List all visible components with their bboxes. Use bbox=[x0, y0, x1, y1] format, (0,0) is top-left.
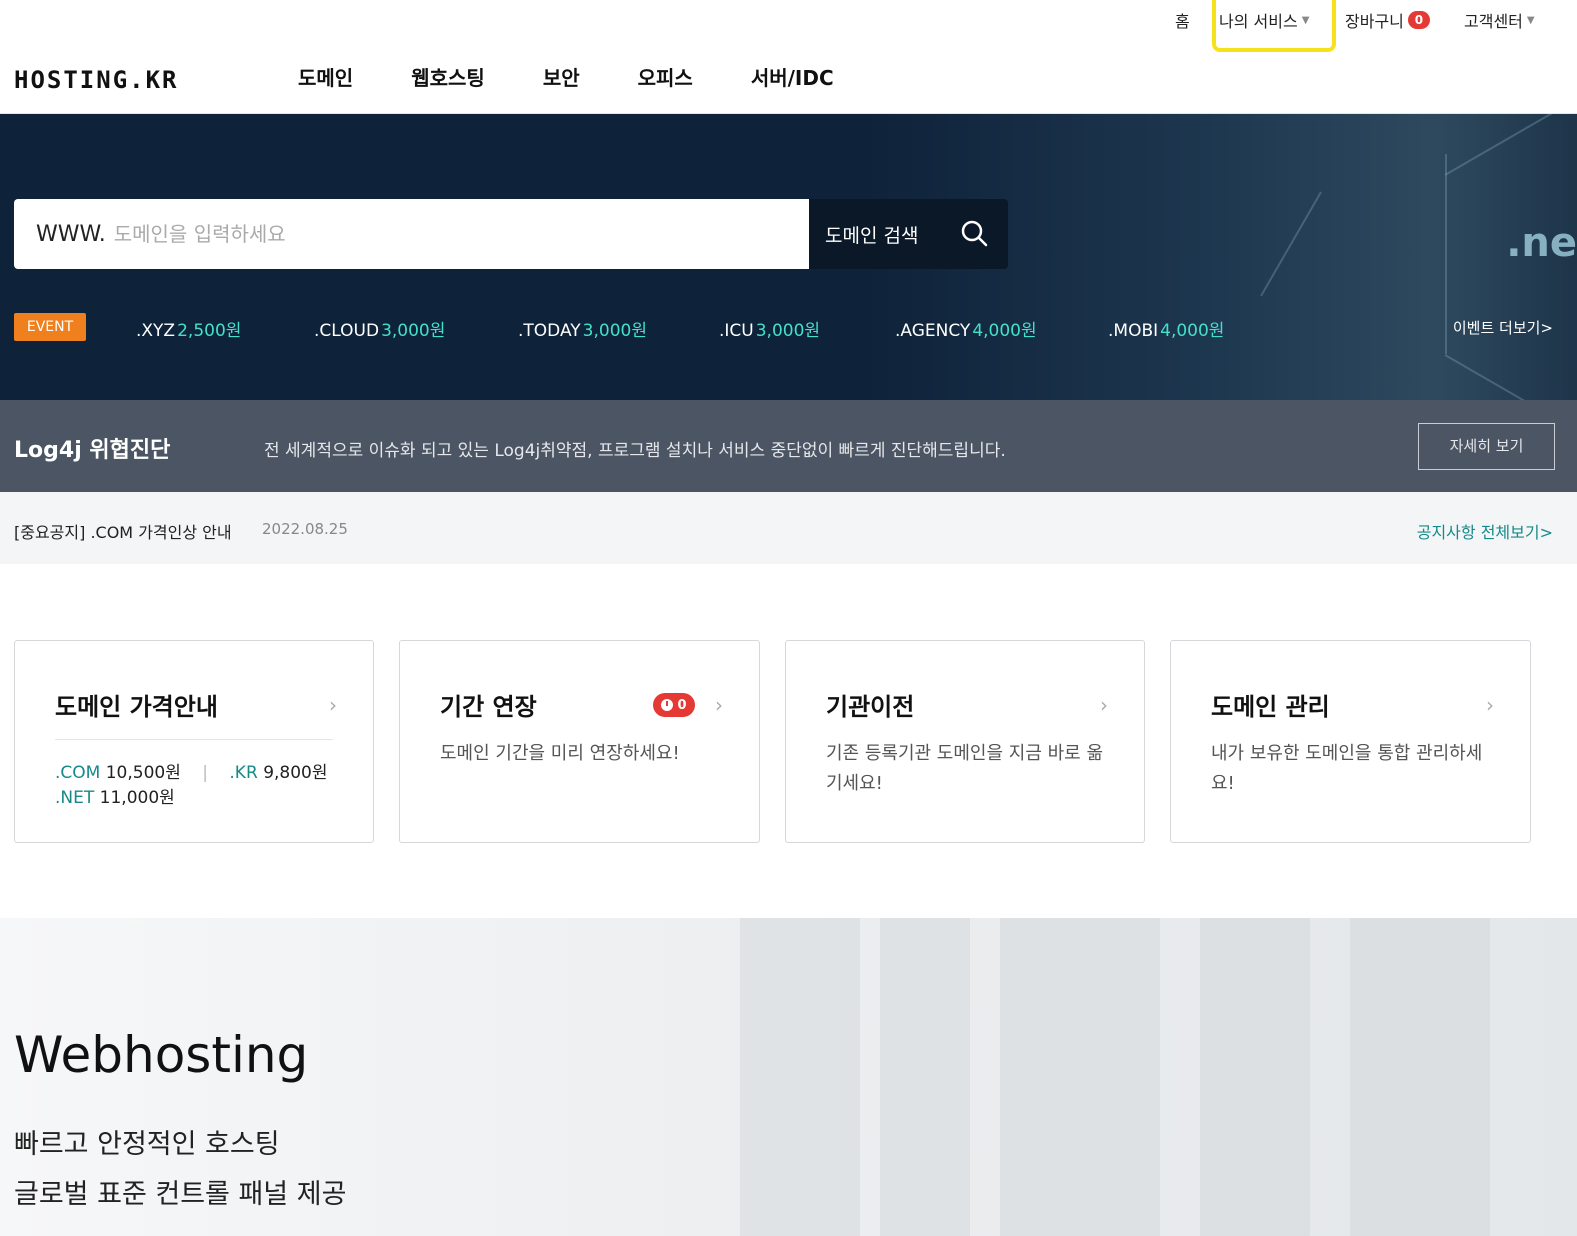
nav-domain[interactable]: 도메인 bbox=[298, 62, 353, 91]
main-header: HOSTING.KR 도메인 웹호스팅 보안 오피스 서버/IDC bbox=[0, 36, 1577, 114]
card-title: 도메인 가격안내 bbox=[55, 693, 218, 721]
event-tld: .AGENCY bbox=[895, 321, 971, 341]
event-tld: .ICU bbox=[719, 321, 754, 341]
event-tld: .XYZ bbox=[136, 321, 176, 341]
webhosting-feature: 빠르고 안정적인 호스팅 bbox=[14, 1129, 280, 1160]
price-row: .COM 10,500원 | .KR 9,800원 bbox=[55, 761, 328, 786]
price-row: .NET 11,000원 bbox=[55, 786, 328, 811]
background-decoration bbox=[1000, 918, 1160, 1236]
price-value: 9,800원 bbox=[263, 763, 328, 783]
card-description: 내가 보유한 도메인을 통합 관리하세요! bbox=[1211, 743, 1483, 794]
chevron-down-icon: ▼ bbox=[1526, 14, 1535, 26]
my-service-menu[interactable]: 나의 서비스 ▼ bbox=[1219, 8, 1309, 32]
hex-line-decoration bbox=[1445, 154, 1447, 354]
webhosting-title: Webhosting bbox=[14, 1026, 309, 1084]
search-button-label: 도메인 검색 bbox=[825, 224, 919, 247]
chevron-down-icon: ▼ bbox=[1301, 14, 1310, 26]
cart-count-badge: 0 bbox=[1407, 11, 1430, 29]
card-title: 도메인 관리 bbox=[1211, 693, 1330, 721]
log4j-description: 전 세계적으로 이슈화 되고 있는 Log4j취약점, 프로그램 설치나 서비스… bbox=[264, 441, 1006, 461]
nav-server-idc[interactable]: 서버/IDC bbox=[751, 62, 834, 91]
card-domain-price[interactable]: 도메인 가격안내 › .COM 10,500원 | .KR 9,800원 .NE… bbox=[14, 640, 374, 843]
clock-icon bbox=[661, 699, 674, 711]
support-menu[interactable]: 고객센터 ▼ bbox=[1464, 8, 1535, 32]
event-item[interactable]: .CLOUD 3,000원 bbox=[314, 316, 445, 341]
price-value: 10,500원 bbox=[105, 763, 181, 783]
chevron-right-icon: › bbox=[715, 693, 723, 717]
event-price: 4,000원 bbox=[972, 321, 1037, 341]
site-logo[interactable]: HOSTING.KR bbox=[14, 66, 179, 94]
event-tld: .TODAY bbox=[518, 321, 581, 341]
home-link[interactable]: 홈 bbox=[1175, 8, 1190, 32]
event-item[interactable]: .TODAY 3,000원 bbox=[518, 316, 647, 341]
card-title: 기간 연장 bbox=[440, 693, 537, 721]
nav-webhosting[interactable]: 웹호스팅 bbox=[411, 62, 485, 91]
card-renew[interactable]: 기간 연장 0 › 도메인 기간을 미리 연장하세요! bbox=[399, 640, 760, 843]
main-nav: 도메인 웹호스팅 보안 오피스 서버/IDC bbox=[298, 62, 892, 91]
event-price: 3,000원 bbox=[582, 321, 647, 341]
background-decoration bbox=[1350, 918, 1490, 1236]
card-title: 기관이전 bbox=[826, 693, 915, 721]
notice-bar: [중요공지] .COM 가격인상 안내 2022.08.25 공지사항 전체보기… bbox=[0, 492, 1577, 564]
nav-office[interactable]: 오피스 bbox=[638, 62, 693, 91]
domain-search-box: WWW. bbox=[14, 199, 809, 269]
domain-search-input[interactable] bbox=[113, 222, 734, 246]
search-icon bbox=[961, 220, 988, 247]
event-item[interactable]: .ICU 3,000원 bbox=[719, 316, 820, 341]
log4j-title: Log4j 위협진단 bbox=[14, 438, 171, 463]
chevron-right-icon: › bbox=[1100, 693, 1108, 717]
event-price: 3,000원 bbox=[755, 321, 821, 341]
card-divider bbox=[55, 739, 333, 740]
card-description: 도메인 기간을 미리 연장하세요! bbox=[440, 743, 680, 764]
price-list: .COM 10,500원 | .KR 9,800원 .NET 11,000원 bbox=[55, 761, 328, 811]
home-link-label: 홈 bbox=[1175, 12, 1190, 31]
webhosting-section: Webhosting 빠르고 안정적인 호스팅 글로벌 표준 컨트롤 패널 제공 bbox=[0, 918, 1577, 1236]
renew-count: 0 bbox=[677, 697, 687, 713]
event-item[interactable]: .XYZ 2,500원 bbox=[136, 316, 241, 341]
event-item[interactable]: .AGENCY 4,000원 bbox=[895, 316, 1037, 341]
support-label: 고객센터 bbox=[1464, 12, 1523, 31]
notice-link[interactable]: [중요공지] .COM 가격인상 안내 bbox=[14, 519, 232, 543]
event-more-link[interactable]: 이벤트 더보기> bbox=[1453, 317, 1553, 338]
hero-section: .ne WWW. 도메인 검색 EVENT .XYZ2,500원 .CLOUD3… bbox=[0, 114, 1577, 400]
chevron-right-icon: › bbox=[329, 693, 337, 717]
webhosting-feature: 글로벌 표준 컨트롤 패널 제공 bbox=[14, 1179, 347, 1210]
background-decoration bbox=[1200, 918, 1310, 1236]
nav-security[interactable]: 보안 bbox=[543, 62, 580, 91]
domain-search-button[interactable]: 도메인 검색 bbox=[809, 199, 1008, 269]
card-manage[interactable]: 도메인 관리 › 내가 보유한 도메인을 통합 관리하세요! bbox=[1170, 640, 1531, 843]
event-item[interactable]: .MOBI 4,000원 bbox=[1108, 316, 1224, 341]
card-transfer[interactable]: 기관이전 › 기존 등록기관 도메인을 지금 바로 옮기세요! bbox=[785, 640, 1145, 843]
renew-count-badge: 0 bbox=[653, 693, 695, 717]
notice-date: 2022.08.25 bbox=[262, 520, 348, 538]
event-tld: .CLOUD bbox=[314, 321, 380, 341]
background-decoration bbox=[880, 918, 970, 1236]
event-price: 2,500원 bbox=[177, 321, 242, 341]
cart-link[interactable]: 장바구니 0 bbox=[1345, 8, 1430, 32]
search-prefix: WWW. bbox=[36, 221, 106, 247]
event-badge: EVENT bbox=[14, 313, 86, 341]
price-tld: .KR bbox=[229, 763, 258, 783]
price-tld: .COM bbox=[55, 763, 101, 783]
price-tld: .NET bbox=[55, 788, 95, 808]
event-tld: .MOBI bbox=[1108, 321, 1159, 341]
event-price: 3,000원 bbox=[381, 321, 446, 341]
card-description: 기존 등록기관 도메인을 지금 바로 옮기세요! bbox=[826, 743, 1104, 794]
price-value: 11,000원 bbox=[99, 788, 175, 808]
cart-label: 장바구니 bbox=[1345, 12, 1404, 31]
hero-deco-text: .ne bbox=[1506, 220, 1577, 266]
background-decoration bbox=[740, 918, 860, 1236]
log4j-detail-button[interactable]: 자세히 보기 bbox=[1418, 423, 1555, 470]
log4j-banner: Log4j 위협진단 전 세계적으로 이슈화 되고 있는 Log4j취약점, 프… bbox=[0, 400, 1577, 492]
separator: | bbox=[202, 763, 208, 783]
notice-all-link[interactable]: 공지사항 전체보기> bbox=[1417, 519, 1553, 543]
my-service-label: 나의 서비스 bbox=[1219, 12, 1298, 31]
chevron-right-icon: › bbox=[1486, 693, 1494, 717]
event-price: 4,000원 bbox=[1160, 321, 1225, 341]
utility-bar: 홈 나의 서비스 ▼ 장바구니 0 고객센터 ▼ bbox=[0, 0, 1577, 36]
